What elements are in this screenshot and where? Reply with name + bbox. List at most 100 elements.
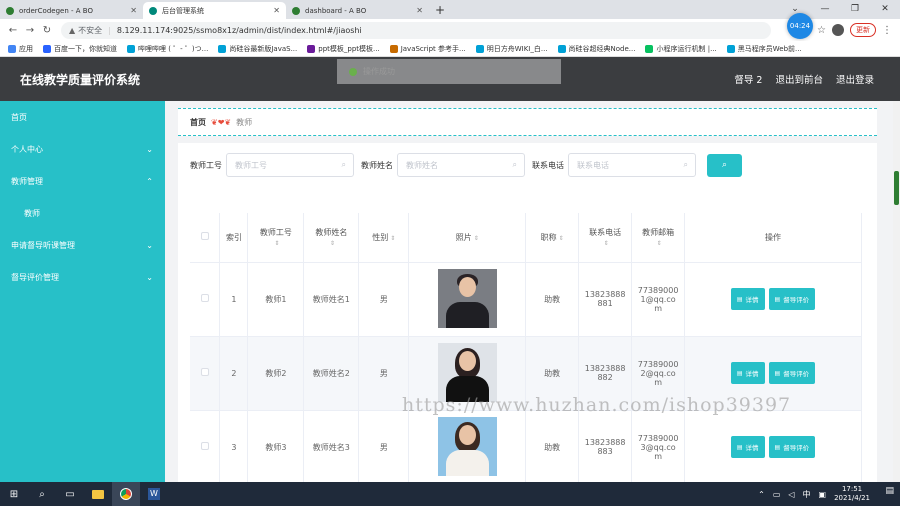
system-tray: ⌃ ▭ ◁ 中 ▣ 17:51 2021/4/21 [758,482,870,506]
windows-start-icon[interactable]: ⊞ [0,482,28,506]
volume-icon[interactable]: ◁ [788,490,794,499]
reload-icon[interactable]: ↻ [40,25,54,36]
minimize-icon[interactable]: — [810,0,840,19]
bookmark-item[interactable]: 尚硅谷最新版JavaS... [218,44,297,54]
sort-icon[interactable]: ⇕ [604,240,609,247]
sort-icon[interactable]: ⇕ [559,235,564,242]
word-icon[interactable]: W [140,482,168,506]
task-view-icon[interactable]: ▭ [56,482,84,506]
evaluate-button[interactable]: ▤ 督导评价 [768,288,816,310]
search-button[interactable]: ⌕ [707,153,742,177]
sort-icon[interactable]: ⇕ [474,235,479,242]
browser-tab-2[interactable]: dashboard - A BO ✕ [286,2,429,19]
cell-gender: 男 [358,262,410,337]
teacher-id-input[interactable]: 教师工号 ⌕ [226,153,354,177]
app-tray-icon[interactable]: ▣ [819,490,827,499]
header-links: 督导 2 退出到前台 退出登录 [734,57,874,101]
bookmark-item[interactable]: 百度一下，你就知道 [43,44,117,54]
close-window-icon[interactable]: ✕ [870,0,900,19]
teacher-table: 索引 教师工号 ⇕ 教师姓名 ⇕ 性别 ⇕ 照片 ⇕ 职称 ⇕ 联系电话 ⇕ 教师邮箱 ⇕ 操… [190,213,862,482]
scrollbar-thumb[interactable] [894,171,899,205]
bookmark-item[interactable]: 小程序运行机制 |... [645,44,717,54]
wechat-icon [645,44,654,53]
sort-icon[interactable]: ⇕ [274,240,279,247]
select-all-checkbox[interactable] [200,232,209,241]
browser-tab-1[interactable]: 后台管理系统 ✕ [143,2,286,19]
current-user-link[interactable]: 督导 2 [734,72,762,86]
sort-icon[interactable]: ⇕ [657,240,662,247]
col-phone[interactable]: 联系电话 ⇕ [578,213,633,263]
back-to-front-link[interactable]: 退出到前台 [775,72,823,86]
evaluate-button[interactable]: ▤ 督导评价 [768,436,816,458]
row-checkbox[interactable] [200,442,209,450]
sidebar-item-supervision-evaluation[interactable]: 督导评价管理 ⌄ [0,261,165,293]
bookmark-item[interactable]: 哔哩哔哩 ( ゜- ゜)つ... [127,44,208,54]
update-button[interactable]: 更新 [850,23,876,37]
list-panel: 教师工号 教师工号 ⌕ 教师姓名 教师姓名 ⌕ 联系电话 联系电话 ⌕ ⌕ 索引 教师… [178,143,877,482]
teacher-photo[interactable] [437,342,497,402]
row-checkbox[interactable] [200,294,209,302]
browser-tab-0[interactable]: orderCodegen - A BO ✕ [0,2,143,19]
sort-icon[interactable]: ⇕ [390,235,395,242]
col-email[interactable]: 教师邮箱 ⇕ [631,213,686,263]
cell-teacher-id: 教师2 [247,336,305,411]
sidebar-item-teacher-management[interactable]: 教师管理 ⌃ [0,165,165,197]
breadcrumb-separator-icon: ❦❤❦ [211,117,232,127]
cell-title: 助教 [525,410,580,482]
col-teacher-name[interactable]: 教师姓名 ⇕ [303,213,360,263]
chevron-up-icon[interactable]: ⌃ [758,490,765,499]
teacher-photo[interactable] [437,268,497,328]
clock[interactable]: 17:51 2021/4/21 [834,485,870,503]
watermark: https://www.huzhan.com/ishop39397 [402,394,792,416]
page-scrollbar[interactable] [893,101,900,482]
detail-button[interactable]: ▤ 详情 [730,362,765,384]
avatar[interactable] [832,24,844,36]
time-bubble[interactable]: 04:24 [787,13,813,39]
close-icon[interactable]: ✕ [130,6,137,15]
input-lang[interactable]: 中 [803,489,811,500]
bookmark-item[interactable]: 应用 [8,44,33,54]
bookmark-item[interactable]: JavaScript 参考手... [389,44,466,54]
col-teacher-id[interactable]: 教师工号 ⇕ [247,213,305,263]
new-tab-button[interactable]: + [435,2,445,19]
bookmark-item[interactable]: 明日方舟WIKI_白... [475,44,548,54]
bookmark-item[interactable]: 尚硅谷超经典Node... [557,44,635,54]
photo-face [458,350,476,371]
col-title[interactable]: 职称 ⇕ [525,213,580,263]
bookmark-item[interactable]: 黑马程序员Web前... [726,44,802,54]
col-photo[interactable]: 照片 ⇕ [408,213,527,263]
forward-icon[interactable]: → [23,25,37,36]
sidebar-item-profile[interactable]: 个人中心 ⌄ [0,133,165,165]
detail-button[interactable]: ▤ 详情 [730,288,765,310]
phone-input[interactable]: 联系电话 ⌕ [568,153,696,177]
cell-email: 77389000 1@qq.co m [631,262,686,337]
breadcrumb-home[interactable]: 首页 [190,117,206,128]
close-icon[interactable]: ✕ [273,6,280,15]
url-input[interactable]: ▲ 不安全 | 8.129.11.174:9025/ssmo8x1z/admin… [61,21,771,39]
sidebar-item-home[interactable]: 首页 [0,101,165,133]
network-icon[interactable]: ▭ [773,490,781,499]
teacher-photo[interactable] [437,416,497,476]
chrome-icon[interactable] [112,482,140,506]
logout-link[interactable]: 退出登录 [836,72,874,86]
row-checkbox[interactable] [200,368,209,376]
teacher-name-input[interactable]: 教师姓名 ⌕ [397,153,525,177]
notification-icon[interactable]: ▤ [885,486,894,496]
back-icon[interactable]: ← [6,25,20,36]
col-gender[interactable]: 性别 ⇕ [358,213,410,263]
sidebar-item-apply-supervision[interactable]: 申请督导听课管理 ⌄ [0,229,165,261]
star-icon[interactable]: ☆ [817,25,826,36]
search-icon[interactable]: ⌕ [28,482,56,506]
bookmark-item[interactable]: ppt模板_ppt模板... [307,44,380,54]
file-explorer-icon[interactable] [84,482,112,506]
more-icon[interactable]: ⋮ [882,25,892,36]
chevron-down-icon: ⌄ [146,272,153,282]
sort-icon[interactable]: ⇕ [330,240,335,247]
search-label-teacher-name: 教师姓名 [361,160,393,170]
close-icon[interactable]: ✕ [416,6,423,15]
sidebar-item-teacher[interactable]: 教师 [0,197,165,229]
breadcrumb: 首页 ❦❤❦ 教师 [178,108,877,136]
evaluate-button[interactable]: ▤ 督导评价 [768,362,816,384]
detail-button[interactable]: ▤ 详情 [730,436,765,458]
maximize-icon[interactable]: ❐ [840,0,870,19]
